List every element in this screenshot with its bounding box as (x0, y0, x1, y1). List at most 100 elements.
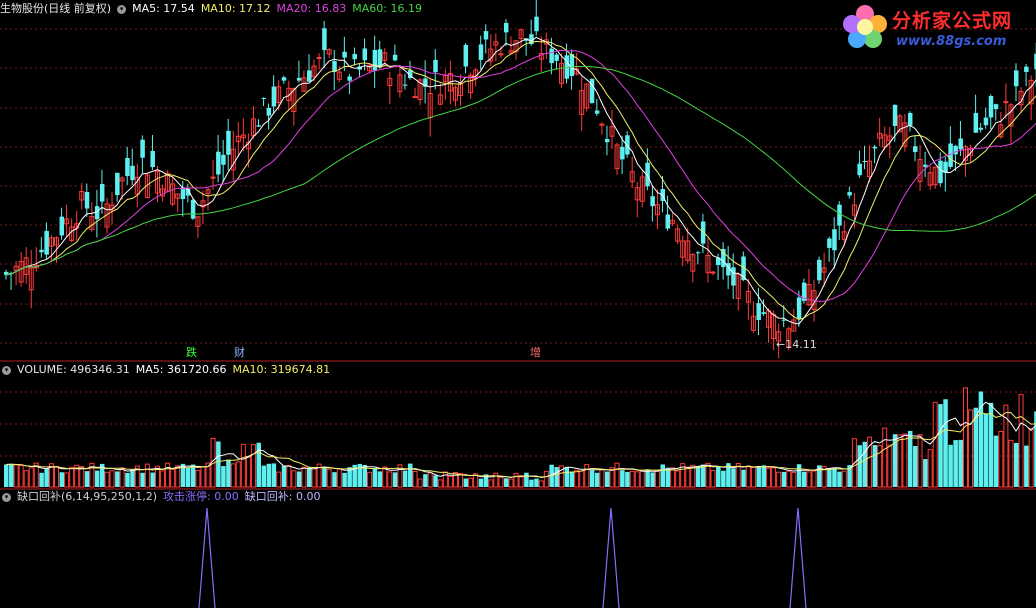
candle-body (569, 54, 575, 77)
volume-bar (564, 467, 570, 487)
candle-body (943, 161, 948, 173)
candle-body (39, 249, 44, 253)
volume-bar (538, 480, 544, 488)
ma60-label: MA60: 16.19 (352, 2, 422, 15)
volume-bar (307, 467, 312, 487)
volume-bar (857, 445, 862, 487)
candle-body (256, 125, 261, 127)
candle-body (190, 200, 196, 219)
candle-body (322, 28, 327, 51)
candle-body (973, 112, 979, 133)
volume-bar (427, 472, 433, 488)
toggle-icon[interactable]: ▾ (117, 4, 127, 14)
volume-bar (1014, 443, 1019, 487)
volume-bar (392, 472, 398, 487)
volume-bar (534, 478, 539, 487)
volume-bar (170, 468, 176, 488)
volume-bar (650, 472, 655, 487)
volume-bar (412, 470, 418, 488)
volume-bar (741, 469, 746, 487)
candle-body (589, 78, 595, 104)
candle-body (433, 59, 438, 73)
candle-body (1024, 66, 1029, 72)
ma20-label: MA20: 16.83 (276, 2, 347, 15)
volume-bar (185, 467, 191, 487)
volume-bar (18, 464, 24, 488)
volume-bar (69, 466, 75, 488)
volume-bar (447, 475, 453, 488)
tag-zeng: 增 (530, 346, 541, 359)
candle-body (130, 165, 135, 181)
volume-bar (458, 472, 463, 488)
volume-bar (902, 433, 908, 488)
volume-bar (897, 434, 903, 488)
volume-bar (115, 471, 120, 487)
volume-bar (377, 471, 383, 487)
candle-body (342, 51, 347, 58)
candle-body (316, 56, 322, 59)
candle-body (756, 303, 761, 320)
volume-bar (23, 470, 29, 488)
candle-body (625, 135, 630, 155)
volume-bar (175, 465, 181, 488)
volume-bar (311, 467, 317, 488)
volume-bar (796, 464, 802, 487)
volume-bar (125, 472, 130, 487)
volume-bar (791, 471, 797, 488)
candle-body (99, 183, 105, 202)
site-logo[interactable]: 分析家公式网 www.88gs.com (838, 2, 1034, 52)
volume-bar (579, 470, 585, 488)
candle-body (115, 172, 120, 196)
volume-bar (781, 471, 787, 487)
candle-body (847, 192, 852, 196)
volume-bar (932, 401, 938, 488)
volume-bar (685, 466, 691, 488)
volume-bar (963, 387, 968, 488)
toggle-icon[interactable]: ▾ (2, 492, 11, 502)
volume-bar (574, 469, 580, 488)
toggle-icon[interactable]: ▾ (2, 365, 11, 375)
volume-bar (786, 470, 792, 488)
candle-body (710, 271, 716, 274)
volume-bar (235, 461, 241, 488)
volume-bar (761, 465, 766, 487)
flower-icon (843, 5, 887, 48)
candle-body (862, 160, 867, 162)
volume-bar (291, 470, 297, 488)
candle-body (913, 146, 918, 153)
volume-bar (84, 471, 90, 487)
candle-body (978, 127, 984, 130)
volume-bar (1008, 439, 1014, 488)
volume-bar (250, 444, 256, 488)
volume-bar (240, 443, 246, 488)
volume-bar (589, 470, 595, 487)
volume-bar (119, 467, 125, 488)
volume-bar (806, 471, 812, 488)
volume-bar (766, 467, 772, 488)
volume-bar (190, 464, 196, 487)
candle-body (402, 84, 408, 86)
candle-body (1014, 70, 1019, 87)
candle-body (377, 49, 383, 68)
volume-bar (109, 470, 115, 488)
volume-bar (887, 444, 893, 488)
candle-body (44, 230, 49, 255)
volume-bar (716, 466, 721, 487)
volume-bars (4, 387, 1036, 488)
volume-bar (498, 476, 504, 488)
volume-bar (39, 472, 44, 487)
candle-body (271, 86, 277, 107)
volume-bar (322, 468, 327, 487)
price-header: 生物股份(日线 前复权) ▾ MA5: 17.54 MA10: 17.12 MA20: … (0, 2, 428, 16)
candle-body (226, 130, 231, 155)
volume-bar (832, 467, 837, 487)
tag-cai: 财 (234, 346, 245, 359)
volume-bar (256, 442, 261, 487)
candle-body (892, 104, 898, 126)
candle-body (281, 77, 287, 81)
volume-ma5-label: MA5: 361720.66 (135, 363, 227, 376)
volume-bar (872, 445, 878, 487)
volume-bar (953, 440, 958, 487)
candle-body (392, 54, 398, 61)
volume-bar (144, 463, 150, 488)
